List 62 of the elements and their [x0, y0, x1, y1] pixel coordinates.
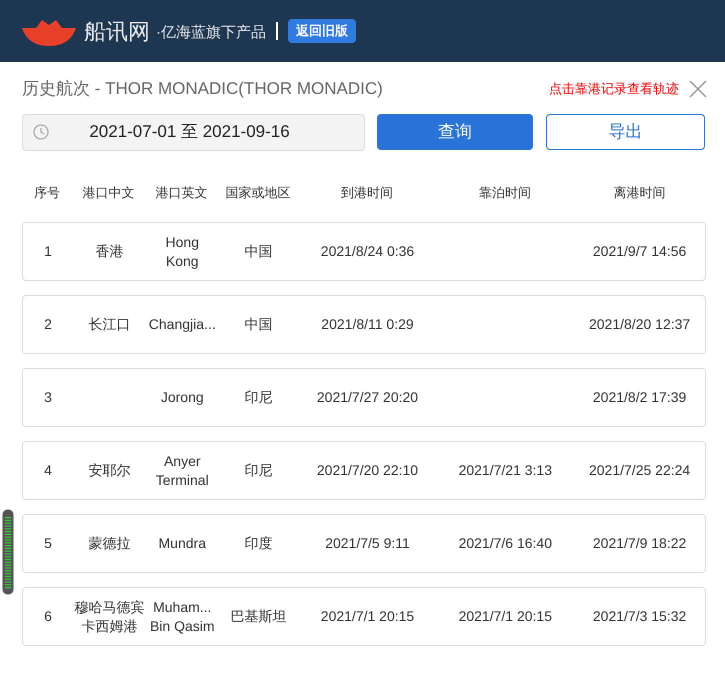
table-cell: 香港	[95, 242, 124, 261]
table-cell: 2021/7/21 3:13	[458, 461, 552, 480]
table-cell: 中国	[244, 242, 273, 261]
table-cell: 2021/7/25 22:24	[588, 461, 690, 480]
table-cell: 2021/7/27 20:20	[316, 388, 418, 407]
table-cell: 巴基斯坦	[230, 607, 287, 626]
table-cell: 2021/7/1 20:15	[458, 607, 552, 626]
table-cell: 长江口	[88, 315, 130, 334]
table-cell: 2021/7/3 15:32	[592, 607, 686, 626]
old-version-button[interactable]: 返回旧版	[288, 19, 356, 43]
export-button[interactable]: 导出	[546, 114, 705, 150]
table-cell: 安耶尔	[88, 461, 130, 480]
voyage-row[interactable]: 1 香港 Hong Kong 中国 2021/8/24 0:36 2021/9/7 14:56	[22, 222, 706, 281]
table-cell: 2021/7/5 9:11	[325, 534, 410, 553]
voyage-row[interactable]: 6 穆哈马德宾卡西姆港 Muham... Bin Qasim 巴基斯坦 2021/7/1 20:15 2021/7/1 20:15 2021/7/3 15:32	[22, 587, 706, 646]
scroll-handle-icon[interactable]	[2, 509, 14, 595]
table-cell: 2	[44, 315, 52, 334]
column-header: 港口中文	[82, 184, 136, 202]
table-cell: 2021/7/20 22:10	[316, 461, 418, 480]
table-cell: 中国	[244, 315, 273, 334]
table-cell: Jorong	[160, 388, 204, 407]
table-cell: Anyer Terminal	[156, 452, 209, 490]
table-cell: 6	[44, 607, 52, 626]
table-cell: 2021/8/11 0:29	[321, 315, 414, 334]
brand-name: 船讯网	[84, 18, 150, 46]
table-cell: 5	[44, 534, 52, 553]
table-cell: Changjia...	[148, 315, 216, 334]
voyage-row[interactable]: 5 蒙德拉 Mundra 印度 2021/7/5 9:11 2021/7/6 16:40 2021/7/9 18:22	[22, 514, 706, 573]
table-cell: Hong Kong	[166, 232, 199, 270]
table-cell: 蒙德拉	[88, 534, 130, 553]
track-hint-link[interactable]: 点击靠港记录查看轨迹	[549, 79, 679, 98]
table-cell: 2021/7/6 16:40	[458, 534, 552, 553]
table-cell: Mundra	[158, 534, 206, 553]
table-cell: 2021/8/20 12:37	[588, 315, 690, 334]
date-range-field[interactable]: 2021-07-01 至 2021-09-16	[22, 114, 365, 150]
column-header: 序号	[33, 184, 61, 202]
table-cell: 4	[44, 461, 52, 480]
table-cell: 1	[44, 242, 52, 261]
table-cell: Muham... Bin Qasim	[150, 598, 215, 636]
table-cell: 印尼	[244, 461, 273, 480]
voyage-row[interactable]: 4 安耶尔 Anyer Terminal 印尼 2021/7/20 22:10 2021/7/21 3:13 2021/7/25 22:24	[22, 441, 706, 500]
column-header: 离港时间	[612, 184, 666, 202]
table-cell: 2021/7/9 18:22	[592, 534, 686, 553]
column-header: 港口英文	[154, 184, 208, 202]
clock-icon	[33, 124, 49, 140]
column-header: 到港时间	[340, 184, 394, 202]
table-cell: 印尼	[244, 388, 273, 407]
table-cell: 2021/7/1 20:15	[320, 607, 414, 626]
table-cell: 2021/8/24 0:36	[320, 242, 414, 261]
table-cell: 印度	[244, 534, 273, 553]
table-cell: 穆哈马德宾卡西姆港	[73, 598, 146, 636]
voyage-row[interactable]: 2 长江口 Changjia... 中国 2021/8/11 0:29 2021/8/20 12:37	[22, 295, 706, 354]
table-cell: 2021/8/2 17:39	[592, 388, 686, 407]
column-header: 靠泊时间	[478, 184, 532, 202]
table-cell: 2021/9/7 14:56	[592, 242, 686, 261]
page-title: 历史航次 - THOR MONADIC(THOR MONADIC)	[22, 78, 383, 100]
tagline: ·亿海蓝旗下产品	[156, 22, 266, 43]
voyage-row[interactable]: 3 Jorong 印尼 2021/7/27 20:20 2021/8/2 17:39	[22, 368, 706, 427]
table-cell: 3	[44, 388, 52, 407]
column-header: 国家或地区	[224, 184, 292, 202]
query-button[interactable]: 查询	[377, 114, 533, 150]
close-icon[interactable]	[689, 80, 707, 98]
